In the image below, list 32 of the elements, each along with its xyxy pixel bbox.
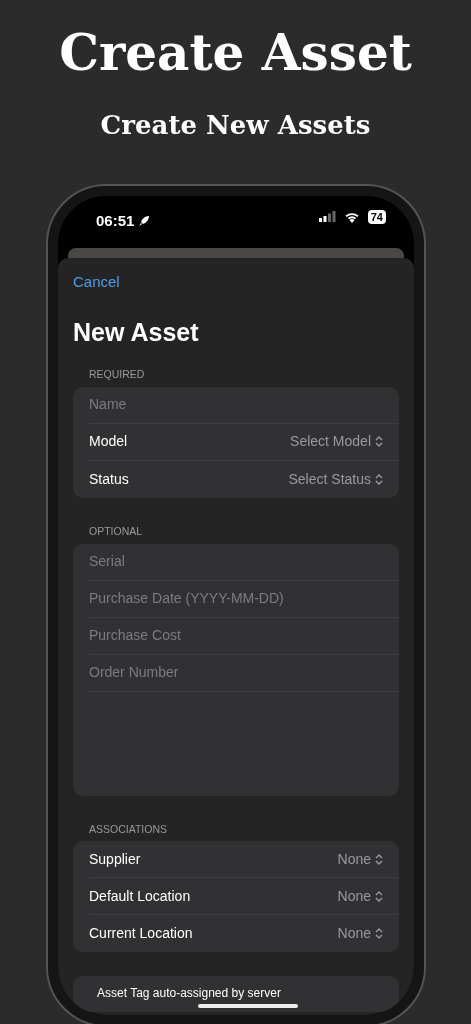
wifi-icon [343,210,360,223]
section-header: ASSOCIATIONS [88,821,168,837]
chevron-up-down-icon [375,928,383,940]
text-field[interactable]: Purchase Date (YYYY-MM-DD) [89,588,383,610]
field-label: Current Location [89,924,193,944]
field-label: Supplier [89,849,141,869]
screen-title: New Asset [73,316,200,348]
cancel-button[interactable]: Cancel [73,270,120,294]
status-time: 06:51 [96,210,135,231]
picker-button[interactable]: None [337,885,383,907]
text-field[interactable]: Order Number [89,662,383,684]
field-label: Model [89,432,128,452]
section-header: REQUIRED [88,367,146,383]
text-field[interactable]: Purchase Cost [89,625,383,647]
text-field[interactable]: Serial [89,551,383,573]
page-title: Create Asset [58,24,413,82]
field-label: Default Location [89,886,191,906]
footer-note: Asset Tag auto-assigned by server [97,986,281,1001]
section-header: OPTIONAL [88,523,144,539]
chevron-up-down-icon [375,853,383,865]
picker-button[interactable]: None [337,923,383,945]
page-subtitle: Create New Assets [99,109,372,141]
chevron-up-down-icon [375,890,383,902]
chevron-up-down-icon [375,436,383,448]
field-label: Status [89,469,129,489]
picker-button[interactable]: Select Status [288,468,383,490]
picker-button[interactable]: Select Model [290,431,383,453]
text-field[interactable]: Name [89,394,383,416]
picker-button[interactable]: None [337,848,383,870]
battery-indicator: 74 [367,209,386,224]
signal-icon [318,211,336,223]
chevron-up-down-icon [375,473,383,485]
